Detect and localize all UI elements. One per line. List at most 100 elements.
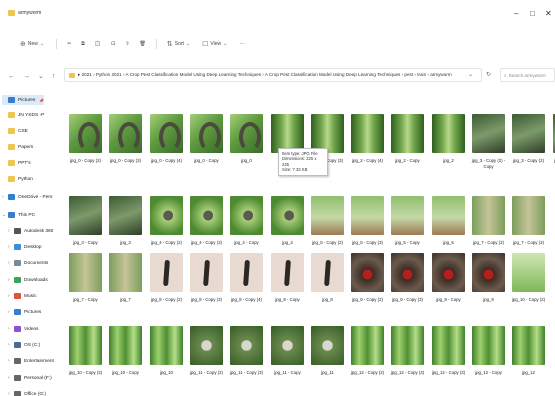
- image-thumbnail[interactable]: [351, 253, 384, 292]
- cut-icon[interactable]: ✂: [67, 41, 71, 47]
- file-tile[interactable]: jpg_3 - Copy (3): [551, 114, 555, 163]
- image-thumbnail[interactable]: [472, 114, 505, 153]
- recent-chevron-icon[interactable]: ⌄: [38, 72, 44, 80]
- file-tile[interactable]: jpg_3: [107, 196, 144, 245]
- image-thumbnail[interactable]: [150, 196, 183, 235]
- sidebar-item-ppt-s[interactable]: PPT's: [2, 158, 31, 168]
- file-tile[interactable]: jpg_9: [470, 253, 507, 302]
- image-thumbnail[interactable]: [432, 114, 465, 153]
- file-tile[interactable]: jpg_8 - Copy: [269, 253, 306, 302]
- image-thumbnail[interactable]: [391, 253, 424, 292]
- image-thumbnail[interactable]: [230, 196, 263, 235]
- sidebar-item-jn-ysds-p[interactable]: JN YSDS -P: [2, 110, 44, 120]
- file-tile[interactable]: jpg_12 - Copy (3): [389, 326, 426, 375]
- address-bar[interactable]: ▸ 2021 › Python 2021 › A Crop Pest Class…: [64, 68, 482, 82]
- file-tile[interactable]: jpg_4 - Copy (3): [188, 196, 225, 245]
- file-tile[interactable]: jpg_12 - Copy: [470, 326, 507, 375]
- file-tile[interactable]: jpg_8 - Copy (4): [228, 253, 265, 302]
- sidebar-item-entertainment[interactable]: › Entertainment: [8, 356, 54, 366]
- file-tile[interactable]: jpg_10 - Copy (3): [67, 326, 104, 375]
- breadcrumb[interactable]: ▸ 2021 › Python 2021 › A Crop Pest Class…: [78, 72, 452, 78]
- maximize-button[interactable]: □: [530, 9, 535, 18]
- image-thumbnail[interactable]: [351, 326, 384, 365]
- file-tile[interactable]: jpg_12 - Copy (3): [430, 326, 467, 375]
- image-thumbnail[interactable]: [271, 253, 304, 292]
- file-tile[interactable]: jpg_12: [510, 326, 547, 375]
- sidebar-item-office-g[interactable]: › Office (G:): [8, 389, 46, 396]
- file-tile[interactable]: jpg_0 - Copy (4): [148, 114, 185, 163]
- file-tile[interactable]: jpg_4 - Copy (2): [148, 196, 185, 245]
- image-thumbnail[interactable]: [432, 326, 465, 365]
- image-thumbnail[interactable]: [512, 114, 545, 153]
- address-dropdown-icon[interactable]: ⌄: [468, 71, 473, 78]
- image-thumbnail[interactable]: [109, 326, 142, 365]
- file-tile[interactable]: jpg_4: [269, 196, 306, 245]
- file-tile[interactable]: jpg_11 - Copy: [269, 326, 306, 375]
- copy-icon[interactable]: ⧉: [81, 41, 85, 47]
- file-tile[interactable]: jpg_5 - Copy: [389, 196, 426, 245]
- file-tile[interactable]: jpg_9 - Copy: [430, 253, 467, 302]
- file-tile[interactable]: jpg_4 - Copy: [228, 196, 265, 245]
- image-thumbnail[interactable]: [190, 196, 223, 235]
- image-thumbnail[interactable]: [351, 196, 384, 235]
- forward-arrow-icon[interactable]: →: [23, 73, 30, 80]
- file-tile[interactable]: jpg_3 - Copy (2) - Copy: [470, 114, 507, 169]
- sort-button[interactable]: ⇅ Sort ⌄: [167, 40, 192, 48]
- rename-icon[interactable]: ⊡: [111, 41, 115, 47]
- image-thumbnail[interactable]: [472, 253, 505, 292]
- image-thumbnail[interactable]: [512, 326, 545, 365]
- image-thumbnail[interactable]: [230, 326, 263, 365]
- image-thumbnail[interactable]: [391, 326, 424, 365]
- up-arrow-icon[interactable]: ↑: [52, 73, 56, 80]
- view-button[interactable]: ☐ View ⌄: [202, 40, 229, 48]
- image-thumbnail[interactable]: [432, 253, 465, 292]
- sidebar-item-cse[interactable]: CSE: [2, 126, 28, 136]
- image-thumbnail[interactable]: [69, 114, 102, 153]
- sidebar-item-this-pc[interactable]: ⌄ This PC: [2, 210, 35, 220]
- sidebar-item-videos[interactable]: › Videos: [8, 324, 39, 334]
- image-thumbnail[interactable]: [391, 114, 424, 153]
- sidebar-item-music[interactable]: › Music: [8, 291, 37, 301]
- file-tile[interactable]: jpg_0 - Copy (2): [67, 114, 104, 163]
- sidebar-item-desktop[interactable]: › Desktop: [8, 242, 42, 252]
- image-thumbnail[interactable]: [109, 253, 142, 292]
- image-thumbnail[interactable]: [109, 196, 142, 235]
- image-thumbnail[interactable]: [230, 114, 263, 153]
- file-tile[interactable]: jpg_7 - Copy (3): [510, 196, 547, 245]
- sidebar-item-downloads[interactable]: › Downloads: [8, 275, 48, 285]
- image-thumbnail[interactable]: [271, 196, 304, 235]
- file-tile[interactable]: jpg_10 - Copy (2): [510, 253, 547, 302]
- refresh-icon[interactable]: ↻: [486, 71, 491, 78]
- file-tile[interactable]: jpg_0 - Copy: [188, 114, 225, 163]
- file-tile[interactable]: jpg_11 - Copy (3): [228, 326, 265, 375]
- sidebar-item-documents[interactable]: › Documents: [8, 258, 48, 268]
- image-thumbnail[interactable]: [311, 326, 344, 365]
- sidebar-item-autodesk-360[interactable]: › Autodesk 360: [8, 226, 53, 236]
- image-thumbnail[interactable]: [351, 114, 384, 153]
- file-tile[interactable]: jpg_8: [309, 253, 346, 302]
- image-thumbnail[interactable]: [472, 326, 505, 365]
- file-tile[interactable]: jpg_9 - Copy (3): [389, 253, 426, 302]
- search-input[interactable]: ⌕ Search armyworm: [500, 68, 555, 82]
- image-thumbnail[interactable]: [311, 196, 344, 235]
- file-tile[interactable]: jpg_8 - Copy (2): [148, 253, 185, 302]
- file-tile[interactable]: jpg_2 - Copy: [389, 114, 426, 163]
- more-options-button[interactable]: ···: [239, 41, 244, 47]
- image-thumbnail[interactable]: [69, 196, 102, 235]
- sidebar-item-personal-f[interactable]: › Personal (F:): [8, 373, 52, 383]
- file-tile[interactable]: jpg_7: [107, 253, 144, 302]
- sidebar-item-os-c[interactable]: › OS (C:): [8, 340, 40, 350]
- image-thumbnail[interactable]: [271, 326, 304, 365]
- sidebar-item-pictures[interactable]: › Pictures: [8, 307, 41, 317]
- file-tile[interactable]: jpg_5 - Copy (3): [349, 196, 386, 245]
- file-tile[interactable]: jpg_10 - Copy: [107, 326, 144, 375]
- image-thumbnail[interactable]: [190, 253, 223, 292]
- file-tile[interactable]: jpg_2: [430, 114, 467, 163]
- close-button[interactable]: ✕: [545, 9, 552, 18]
- file-tile[interactable]: jpg_7 - Copy: [67, 253, 104, 302]
- file-tile[interactable]: jpg_11 - Copy (2): [188, 326, 225, 375]
- image-thumbnail[interactable]: [150, 253, 183, 292]
- sidebar-item-onedrive-pers[interactable]: › OneDrive - Pers: [2, 192, 52, 202]
- image-thumbnail[interactable]: [69, 326, 102, 365]
- file-tile[interactable]: jpg_5 - Copy (2): [309, 196, 346, 245]
